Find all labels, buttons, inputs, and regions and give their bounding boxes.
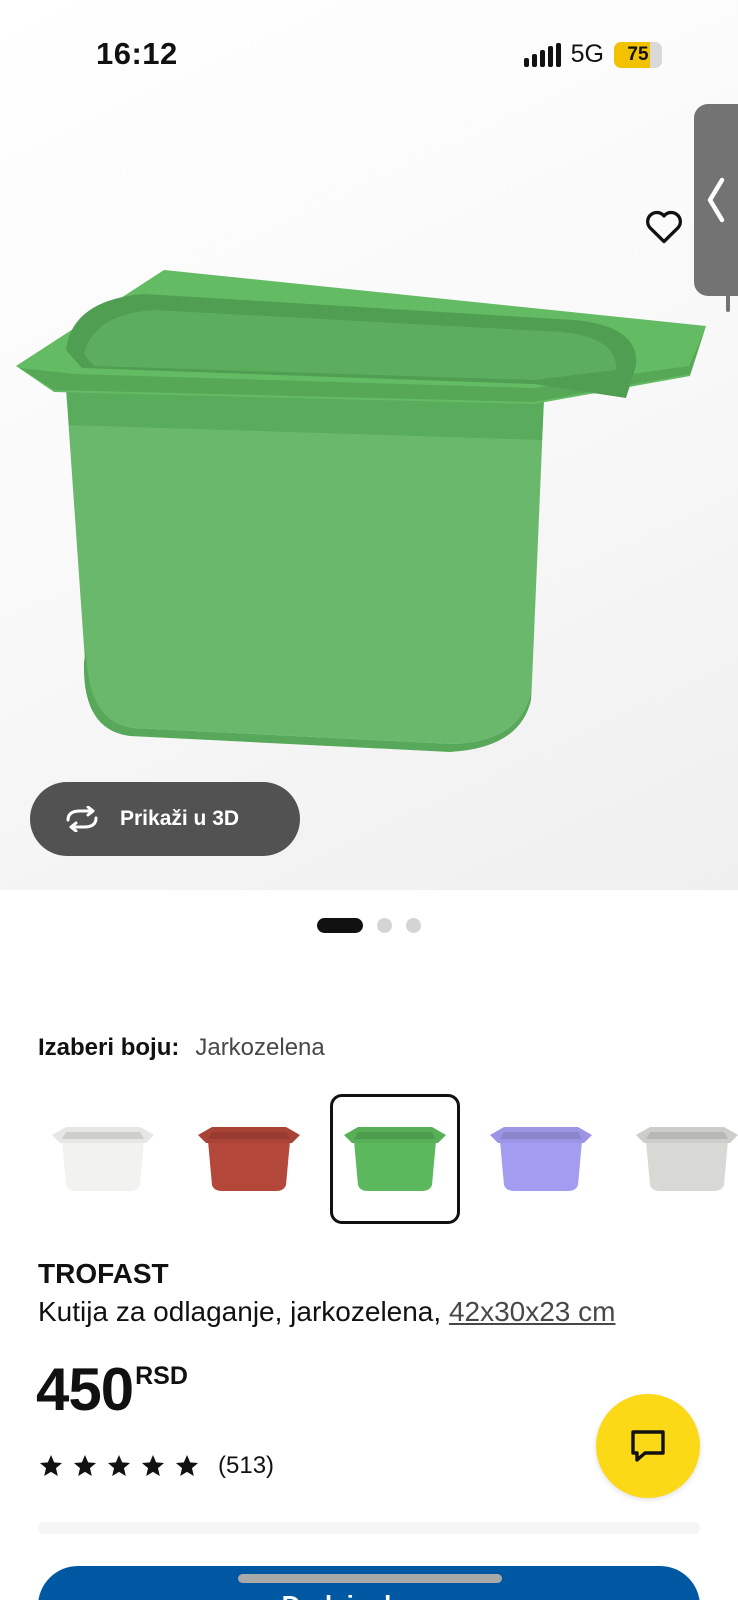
favorite-icon[interactable]: [642, 204, 686, 248]
selected-color-name: Jarkozelena: [195, 1034, 325, 1061]
swatch-box-image: [490, 1127, 592, 1191]
battery-icon: 75: [614, 41, 662, 68]
star-icon: [39, 1454, 63, 1476]
battery-level: 75: [627, 43, 649, 65]
product-description: Kutija za odlaganje, jarkozelena, 42x30x…: [38, 1296, 615, 1328]
carousel-dot[interactable]: [406, 918, 421, 933]
status-time: 16:12: [96, 36, 178, 71]
rating-stars: [38, 1453, 200, 1479]
rotate-arrows-icon: [66, 806, 98, 832]
chat-button[interactable]: [596, 1394, 700, 1498]
view-3d-label: Prikaži u 3D: [120, 807, 240, 830]
product-image-carousel[interactable]: Prikaži u 3D: [0, 0, 738, 890]
add-to-cart-button[interactable]: Dodaj u korpu: [38, 1566, 700, 1600]
color-swatch[interactable]: [38, 1094, 168, 1224]
carousel-dot[interactable]: [377, 918, 392, 933]
star-icon: [175, 1454, 199, 1476]
color-picker-header: Izaberi boju: Jarkozelena: [38, 1034, 325, 1062]
star-icon: [141, 1454, 165, 1476]
product-name: TROFAST: [38, 1258, 169, 1289]
color-swatch[interactable]: [330, 1094, 460, 1224]
price-currency: RSD: [135, 1362, 188, 1390]
product-description-text: Kutija za odlaganje, jarkozelena,: [38, 1296, 449, 1327]
section-divider: [38, 1522, 700, 1534]
carousel-dot[interactable]: [317, 918, 363, 933]
chat-bubble-icon: [631, 1430, 665, 1462]
color-swatch[interactable]: [476, 1094, 606, 1224]
product-dimensions-link[interactable]: 42x30x23 cm: [449, 1296, 616, 1327]
view-3d-button[interactable]: Prikaži u 3D: [30, 782, 300, 856]
signal-icon: [523, 42, 561, 67]
product-rating[interactable]: (513): [38, 1452, 274, 1480]
home-indicator: [238, 1574, 502, 1583]
color-swatch[interactable]: [184, 1094, 314, 1224]
product-price: 450 RSD: [36, 1360, 188, 1420]
swatch-box-image: [52, 1127, 154, 1191]
price-value: 450: [36, 1356, 134, 1423]
color-label: Izaberi boju:: [38, 1034, 180, 1061]
product-image: [16, 270, 706, 752]
carousel-indicator[interactable]: [0, 918, 738, 933]
chevron-left-icon: [707, 177, 725, 223]
side-panel-handle: [726, 290, 730, 312]
status-bar: 16:12 5G 75: [0, 0, 738, 100]
star-icon: [107, 1454, 131, 1476]
color-swatch-list[interactable]: [38, 1094, 738, 1226]
network-type: 5G: [570, 40, 604, 68]
color-swatch[interactable]: [622, 1094, 738, 1224]
side-panel-tab[interactable]: [694, 104, 738, 296]
swatch-box-image: [198, 1127, 300, 1191]
swatch-box-image: [344, 1127, 446, 1191]
review-count: (513): [218, 1452, 275, 1479]
swatch-box-image: [636, 1127, 738, 1191]
star-icon: [73, 1454, 97, 1476]
